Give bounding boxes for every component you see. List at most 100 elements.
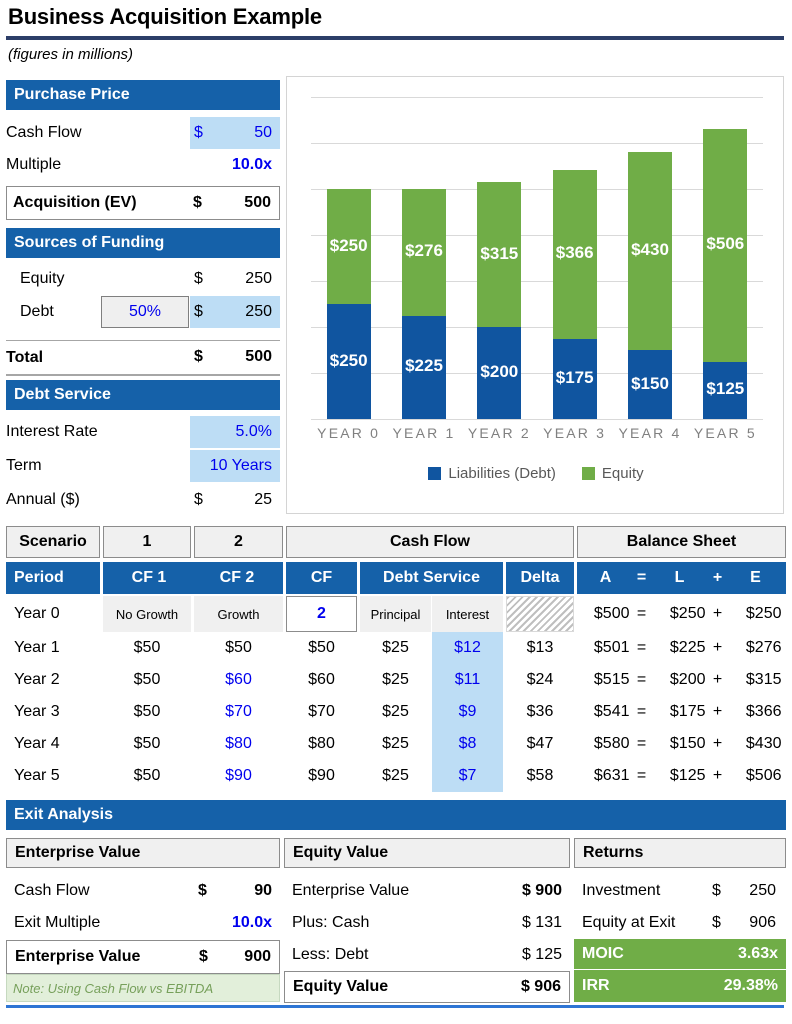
bar-label-liabilities: $150 xyxy=(631,373,669,393)
chart-gridline xyxy=(311,373,763,374)
cell-cf: $70 xyxy=(308,703,335,720)
bar-segment-equity: $276 xyxy=(402,188,446,316)
row-label: IRR xyxy=(582,977,610,994)
row-exit-cash-flow: Cash Flow $ 90 xyxy=(6,875,280,907)
col-header-cf-group: CF 1 CF 2 xyxy=(103,562,283,594)
balance-sheet-stacked-bar-chart: $250 $250 $225 $276 $200 $315 $175 $366 $150 $430… xyxy=(286,76,784,514)
cell-value: 500 xyxy=(245,348,272,365)
cell-cf: $90 xyxy=(308,767,335,784)
cell-eq1: = xyxy=(636,735,647,752)
cell-value: 50 xyxy=(254,124,272,141)
cell-delta-blank xyxy=(506,596,574,632)
row-label: Equity Value xyxy=(293,978,389,995)
cell-a: $541 xyxy=(593,703,630,720)
cell-e: $315 xyxy=(745,671,782,688)
bar-label-liabilities: $125 xyxy=(706,379,745,399)
cell-assets: $500 xyxy=(593,605,630,622)
debt-percent-input[interactable]: 50% xyxy=(101,296,189,328)
chart-gridline xyxy=(311,327,763,328)
row-label: Equity at Exit xyxy=(582,914,676,931)
cell-value: 500 xyxy=(244,194,271,211)
cell-delta: $36 xyxy=(526,703,554,720)
bar-label-liabilities: $225 xyxy=(405,356,443,376)
cell-period: Year 0 xyxy=(14,605,60,622)
group-header-balance-sheet: Balance Sheet xyxy=(577,526,786,558)
legend-label: Equity xyxy=(601,465,644,482)
chart-gridline xyxy=(311,235,763,236)
currency-symbol: $ xyxy=(194,270,203,287)
cell-value: 250 xyxy=(749,882,776,899)
cash-flow-input-cell[interactable]: $ 50 xyxy=(190,117,280,149)
page-subtitle: (figures in millions) xyxy=(8,46,134,63)
chart-gridline xyxy=(311,419,763,420)
bar-label-equity: $430 xyxy=(631,240,669,260)
section-header-purchase-price: Purchase Price xyxy=(6,80,280,110)
col-header-period: Period xyxy=(6,562,100,594)
row-acquisition-ev: Acquisition (EV) $ 500 xyxy=(6,186,280,220)
row-cash-flow: Cash Flow $ 50 xyxy=(6,117,280,149)
row-label: Cash Flow xyxy=(14,882,90,899)
cell-interest: $11 xyxy=(432,664,503,696)
cash-flow-balance-sheet-table: Scenario 1 2 Cash Flow Balance Sheet Per… xyxy=(6,526,786,792)
col-header-equity: E xyxy=(750,569,761,586)
cell-cf1: $50 xyxy=(133,767,161,784)
page-title: Business Acquisition Example xyxy=(8,4,322,29)
cell-balance-equation: $580 = $150 + $430 xyxy=(577,728,786,760)
cell-eq1: = xyxy=(636,639,647,656)
cell-interest-label: Interest xyxy=(432,596,503,632)
row-exit-multiple: Exit Multiple 10.0x xyxy=(6,907,280,939)
bar-segment-liabilities: $200 xyxy=(477,327,522,419)
row-label: Enterprise Value xyxy=(292,882,410,899)
chart-gridline xyxy=(311,97,763,98)
cell-value: 29.38% xyxy=(723,977,778,994)
col-header-delta: Delta xyxy=(506,562,574,594)
cell-liabilities: $250 xyxy=(669,605,706,622)
row-investment: Investment $ 250 xyxy=(574,875,786,907)
bar-label-liabilities: $175 xyxy=(555,367,594,387)
chart-legend-item: Equity xyxy=(581,465,644,482)
row-label: Plus: Cash xyxy=(292,914,370,931)
cell-l: $125 xyxy=(669,767,706,784)
bar-segment-equity: $506 xyxy=(703,128,748,362)
panel-title-returns: Returns xyxy=(574,838,786,868)
row-label: Multiple xyxy=(6,156,62,173)
row-label: Cash Flow xyxy=(6,124,82,141)
cell-cf1: $50 xyxy=(133,735,161,752)
currency-symbol: $ xyxy=(194,491,203,508)
cell-cf2: $60 xyxy=(225,671,252,688)
chart-gridline xyxy=(311,143,763,144)
term-input-cell[interactable]: 10 Years xyxy=(190,450,280,482)
row-multiple: Multiple 10.0x xyxy=(6,149,280,181)
cell-cf2: $50 xyxy=(225,639,252,656)
currency-symbol: $ xyxy=(194,124,203,141)
currency-symbol: $ xyxy=(712,914,721,931)
row-label: Investment xyxy=(582,882,661,899)
row-label: Interest Rate xyxy=(6,423,98,440)
group-header-scenario-2[interactable]: 2 xyxy=(194,526,283,558)
cell-principal-label: Principal xyxy=(360,596,431,632)
bar-segment-equity: $315 xyxy=(477,182,522,327)
cell-cf1: $50 xyxy=(133,639,161,656)
cell-principal: $25 xyxy=(382,767,409,784)
row-annual-debt-service: Annual ($) $ 25 xyxy=(6,484,280,516)
cell-principal: $25 xyxy=(382,735,409,752)
acquisition-ev-value-cell: $ 500 xyxy=(189,187,279,219)
cell-delta: $24 xyxy=(526,671,554,688)
row-irr: IRR 29.38% xyxy=(574,970,786,1002)
cell-balance-equation: $515 = $200 + $315 xyxy=(577,664,786,696)
bar-label-equity: $276 xyxy=(405,241,443,261)
table-column-header-row: Period CF 1 CF 2 CF Debt Service Delta A… xyxy=(6,562,786,594)
interest-rate-input-cell[interactable]: 5.0% xyxy=(190,416,280,448)
exit-multiple-input[interactable]: 10.0x xyxy=(182,907,272,939)
chart-x-tick-label: YEAR 3 xyxy=(543,425,607,441)
chart-x-tick-label: YEAR 4 xyxy=(618,425,682,441)
legend-swatch-icon xyxy=(581,467,595,480)
scenario-selector-input[interactable]: 2 xyxy=(286,596,357,632)
chart-x-tick-label: YEAR 5 xyxy=(693,425,757,441)
cell-a: $501 xyxy=(593,639,630,656)
group-header-scenario-1[interactable]: 1 xyxy=(103,526,191,558)
chart-legend: Liabilities (Debt) Equity xyxy=(287,465,785,482)
multiple-input-cell[interactable]: 10.0x xyxy=(190,149,280,181)
row-label: Term xyxy=(6,457,42,474)
enterprise-value-note: Note: Using Cash Flow vs EBITDA xyxy=(6,974,280,1002)
